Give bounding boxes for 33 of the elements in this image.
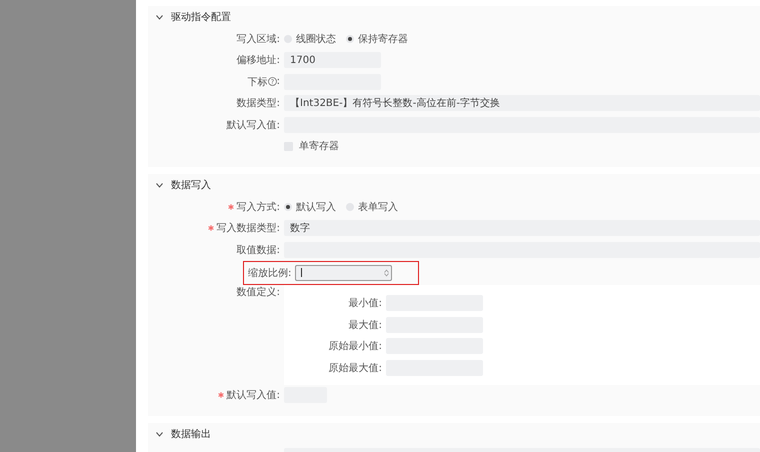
field-label: 最大值: — [348, 318, 383, 332]
field-label: 默认写入值: — [226, 388, 280, 402]
field-label: 偏移地址: — [236, 54, 280, 68]
field-label: 写入区域: — [236, 32, 280, 46]
chevron-down-icon[interactable] — [156, 432, 163, 436]
section-title: 数据写入 — [171, 178, 211, 192]
option-label[interactable]: 默认写入 — [296, 200, 336, 214]
field-label: 下标 — [248, 76, 268, 89]
field-label: 默认写入值: — [226, 118, 280, 132]
input-field[interactable]: 1700 — [284, 52, 381, 68]
field-label: 数据类型: — [236, 96, 280, 110]
label-colon: : — [276, 76, 280, 88]
field-label: 数值定义: — [236, 286, 280, 298]
field-label: 写入数据类型: — [216, 222, 280, 236]
field-label: 最小值: — [348, 296, 383, 310]
number-input[interactable] — [295, 264, 392, 280]
field-label: 写入方式: — [236, 200, 280, 214]
option-label[interactable]: 表单写入 — [358, 200, 398, 214]
field-label: 原始最小值: — [328, 340, 383, 354]
field-label: 取值数据: — [236, 244, 280, 257]
section-title: 驱动指令配置 — [171, 10, 231, 24]
radio-button[interactable] — [284, 202, 292, 211]
input-field[interactable]: 数字 — [284, 220, 760, 236]
checkbox[interactable]: 单寄存器 — [284, 139, 339, 154]
option-label[interactable]: 保持寄存器 — [358, 32, 408, 46]
option-label[interactable]: 线圈状态 — [296, 32, 336, 46]
input-field[interactable]: 【Int32BE-】有符号长整数-高位在前-字节交换 — [284, 95, 760, 112]
section-title: 数据输出 — [171, 428, 211, 441]
field-label: 缩放比例: — [248, 266, 292, 280]
radio-button[interactable] — [346, 34, 354, 43]
chevron-down-icon[interactable] — [156, 182, 163, 188]
chevron-down-icon[interactable] — [156, 14, 163, 20]
field-label: 原始最大值: — [328, 362, 383, 375]
